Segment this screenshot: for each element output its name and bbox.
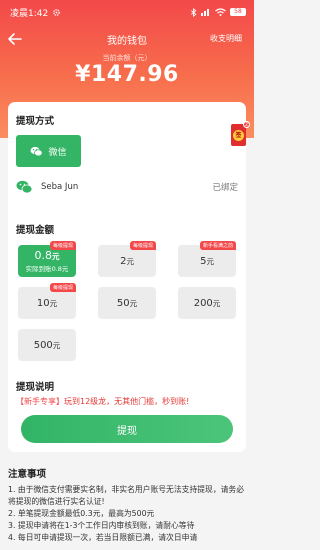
notice-item: 1. 由于微信支付需要实名制，非实名用户账号无法支持提现，请务必将提现的微信进行… — [8, 485, 245, 506]
nav-bar: 我的钱包 收支明细 — [0, 28, 254, 50]
amount-option-2[interactable]: 每级提现 2元 — [98, 241, 156, 277]
balance-value: ¥147.96 — [75, 62, 179, 87]
gear-icon — [53, 8, 61, 16]
page-title: 我的钱包 — [107, 35, 147, 47]
method-title: 提现方式 — [16, 116, 55, 127]
amount-tag: 每级提现 — [49, 241, 76, 250]
amount-value: 0.8 — [34, 249, 53, 262]
amount-option-0.8[interactable]: 每级提现 0.8元 实际到账0.8元 — [18, 241, 76, 277]
wechat-account-icon — [16, 180, 33, 194]
amount-tag: 新手看满之前 — [199, 241, 236, 250]
back-arrow-icon[interactable] — [6, 30, 24, 48]
amount-value: 10 — [36, 297, 50, 309]
amount-unit: 元 — [52, 252, 60, 261]
amount-option-50[interactable]: 50元 — [98, 287, 156, 319]
red-packet-badge: 2 — [243, 121, 250, 128]
amount-value: 500 — [33, 339, 53, 351]
bound-account: Seba Jun 已绑定 — [16, 179, 238, 195]
wifi-icon — [215, 8, 226, 16]
desc-title: 提现说明 — [16, 382, 55, 393]
notice-item: 4. 每日可申请提现一次，若当日限额已满，请次日申请 — [8, 533, 198, 542]
amount-option-500[interactable]: 500元 — [18, 329, 76, 361]
withdraw-button[interactable]: 提现 — [21, 415, 233, 443]
wechat-label: 微信 — [48, 147, 67, 158]
amount-tag: 每级提现 — [129, 241, 156, 250]
amount-unit: 元 — [129, 298, 138, 308]
red-packet-seal: 签 — [233, 130, 244, 141]
amount-option-10[interactable]: 每级提现 10元 — [18, 283, 76, 319]
status-bar: 凌晨1:42 58 — [0, 0, 254, 24]
wechat-icon — [31, 146, 44, 156]
amount-unit: 元 — [206, 256, 214, 266]
amount-tag: 每级提现 — [49, 283, 76, 292]
bound-status: 已绑定 — [212, 183, 238, 193]
battery-icon: 58 — [230, 8, 246, 16]
signal-icon — [201, 9, 209, 16]
amount-value: 50 — [116, 297, 130, 309]
desc-body: 玩到12级龙，无其他门槛，秒到账! — [64, 397, 190, 406]
amount-option-5[interactable]: 新手看满之前 5元 — [178, 241, 236, 277]
amount-title: 提现金额 — [16, 225, 55, 236]
desc-tag: 【新手专享】 — [16, 397, 64, 406]
status-time: 凌晨1:42 — [10, 8, 49, 19]
notice-title: 注意事项 — [8, 469, 47, 480]
amount-option-200[interactable]: 200元 — [178, 287, 236, 319]
account-name: Seba Jun — [41, 182, 79, 192]
amount-sub: 实际到账0.8元 — [25, 265, 69, 273]
wechat-method-button[interactable]: 微信 — [16, 135, 81, 167]
red-packet-icon[interactable]: 签 2 — [231, 121, 250, 146]
notice-item: 3. 提现申请将在1-3个工作日内审核到账，请耐心等待 — [8, 521, 195, 530]
withdraw-card: 提现方式 微信 Seba Jun 已绑定 提现金额 每级提现 0.8元 实际到账… — [8, 102, 246, 452]
detail-link[interactable]: 收支明细 — [210, 33, 242, 44]
amount-value: 200 — [193, 297, 213, 309]
amount-unit: 元 — [126, 256, 134, 266]
amount-unit: 元 — [212, 298, 221, 308]
notice-item: 2. 单笔提现金额最低0.3元，最高为500元 — [8, 509, 155, 518]
amount-unit: 元 — [52, 340, 61, 350]
notice-section: 注意事项 1. 由于微信支付需要实名制，非实名用户账号无法支持提现，请务必将提现… — [8, 466, 248, 544]
amount-unit: 元 — [49, 298, 58, 308]
desc-text: 【新手专享】玩到12级龙，无其他门槛，秒到账! — [16, 396, 189, 407]
bluetooth-icon — [190, 7, 197, 17]
